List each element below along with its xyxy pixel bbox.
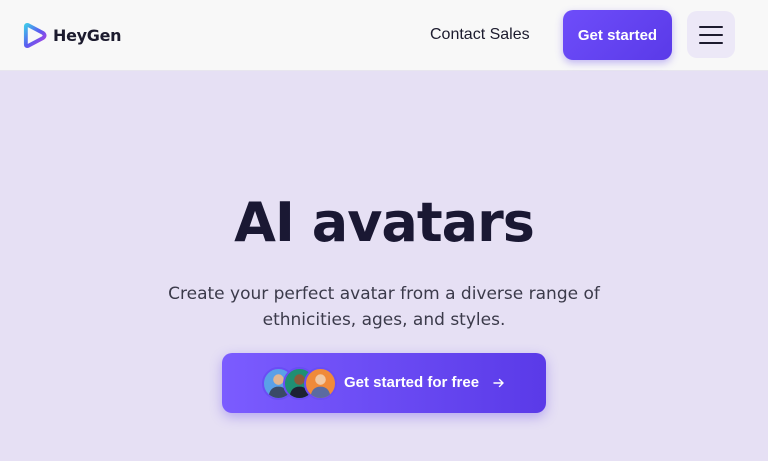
hero-subtitle: Create your perfect avatar from a divers… xyxy=(168,284,600,330)
brand-name: HeyGen xyxy=(53,25,122,45)
avatar xyxy=(304,367,337,400)
arrow-right-icon xyxy=(493,378,504,388)
menu-button[interactable] xyxy=(687,11,735,58)
brand-logo[interactable]: HeyGen xyxy=(22,22,122,48)
hamburger-menu-icon xyxy=(699,33,723,36)
hamburger-menu-icon xyxy=(699,41,723,44)
avatar-group xyxy=(262,367,338,400)
hero-title: AI avatars xyxy=(234,191,535,254)
cta-label: Get started for free xyxy=(344,374,480,391)
get-started-button[interactable]: Get started xyxy=(563,10,672,60)
contact-sales-link[interactable]: Contact Sales xyxy=(430,26,530,44)
site-header: HeyGen Contact Sales Get started xyxy=(0,0,768,71)
heygen-logo-icon xyxy=(23,22,47,48)
get-started-free-button[interactable]: Get started for free xyxy=(222,353,546,413)
hamburger-menu-icon xyxy=(699,25,723,28)
